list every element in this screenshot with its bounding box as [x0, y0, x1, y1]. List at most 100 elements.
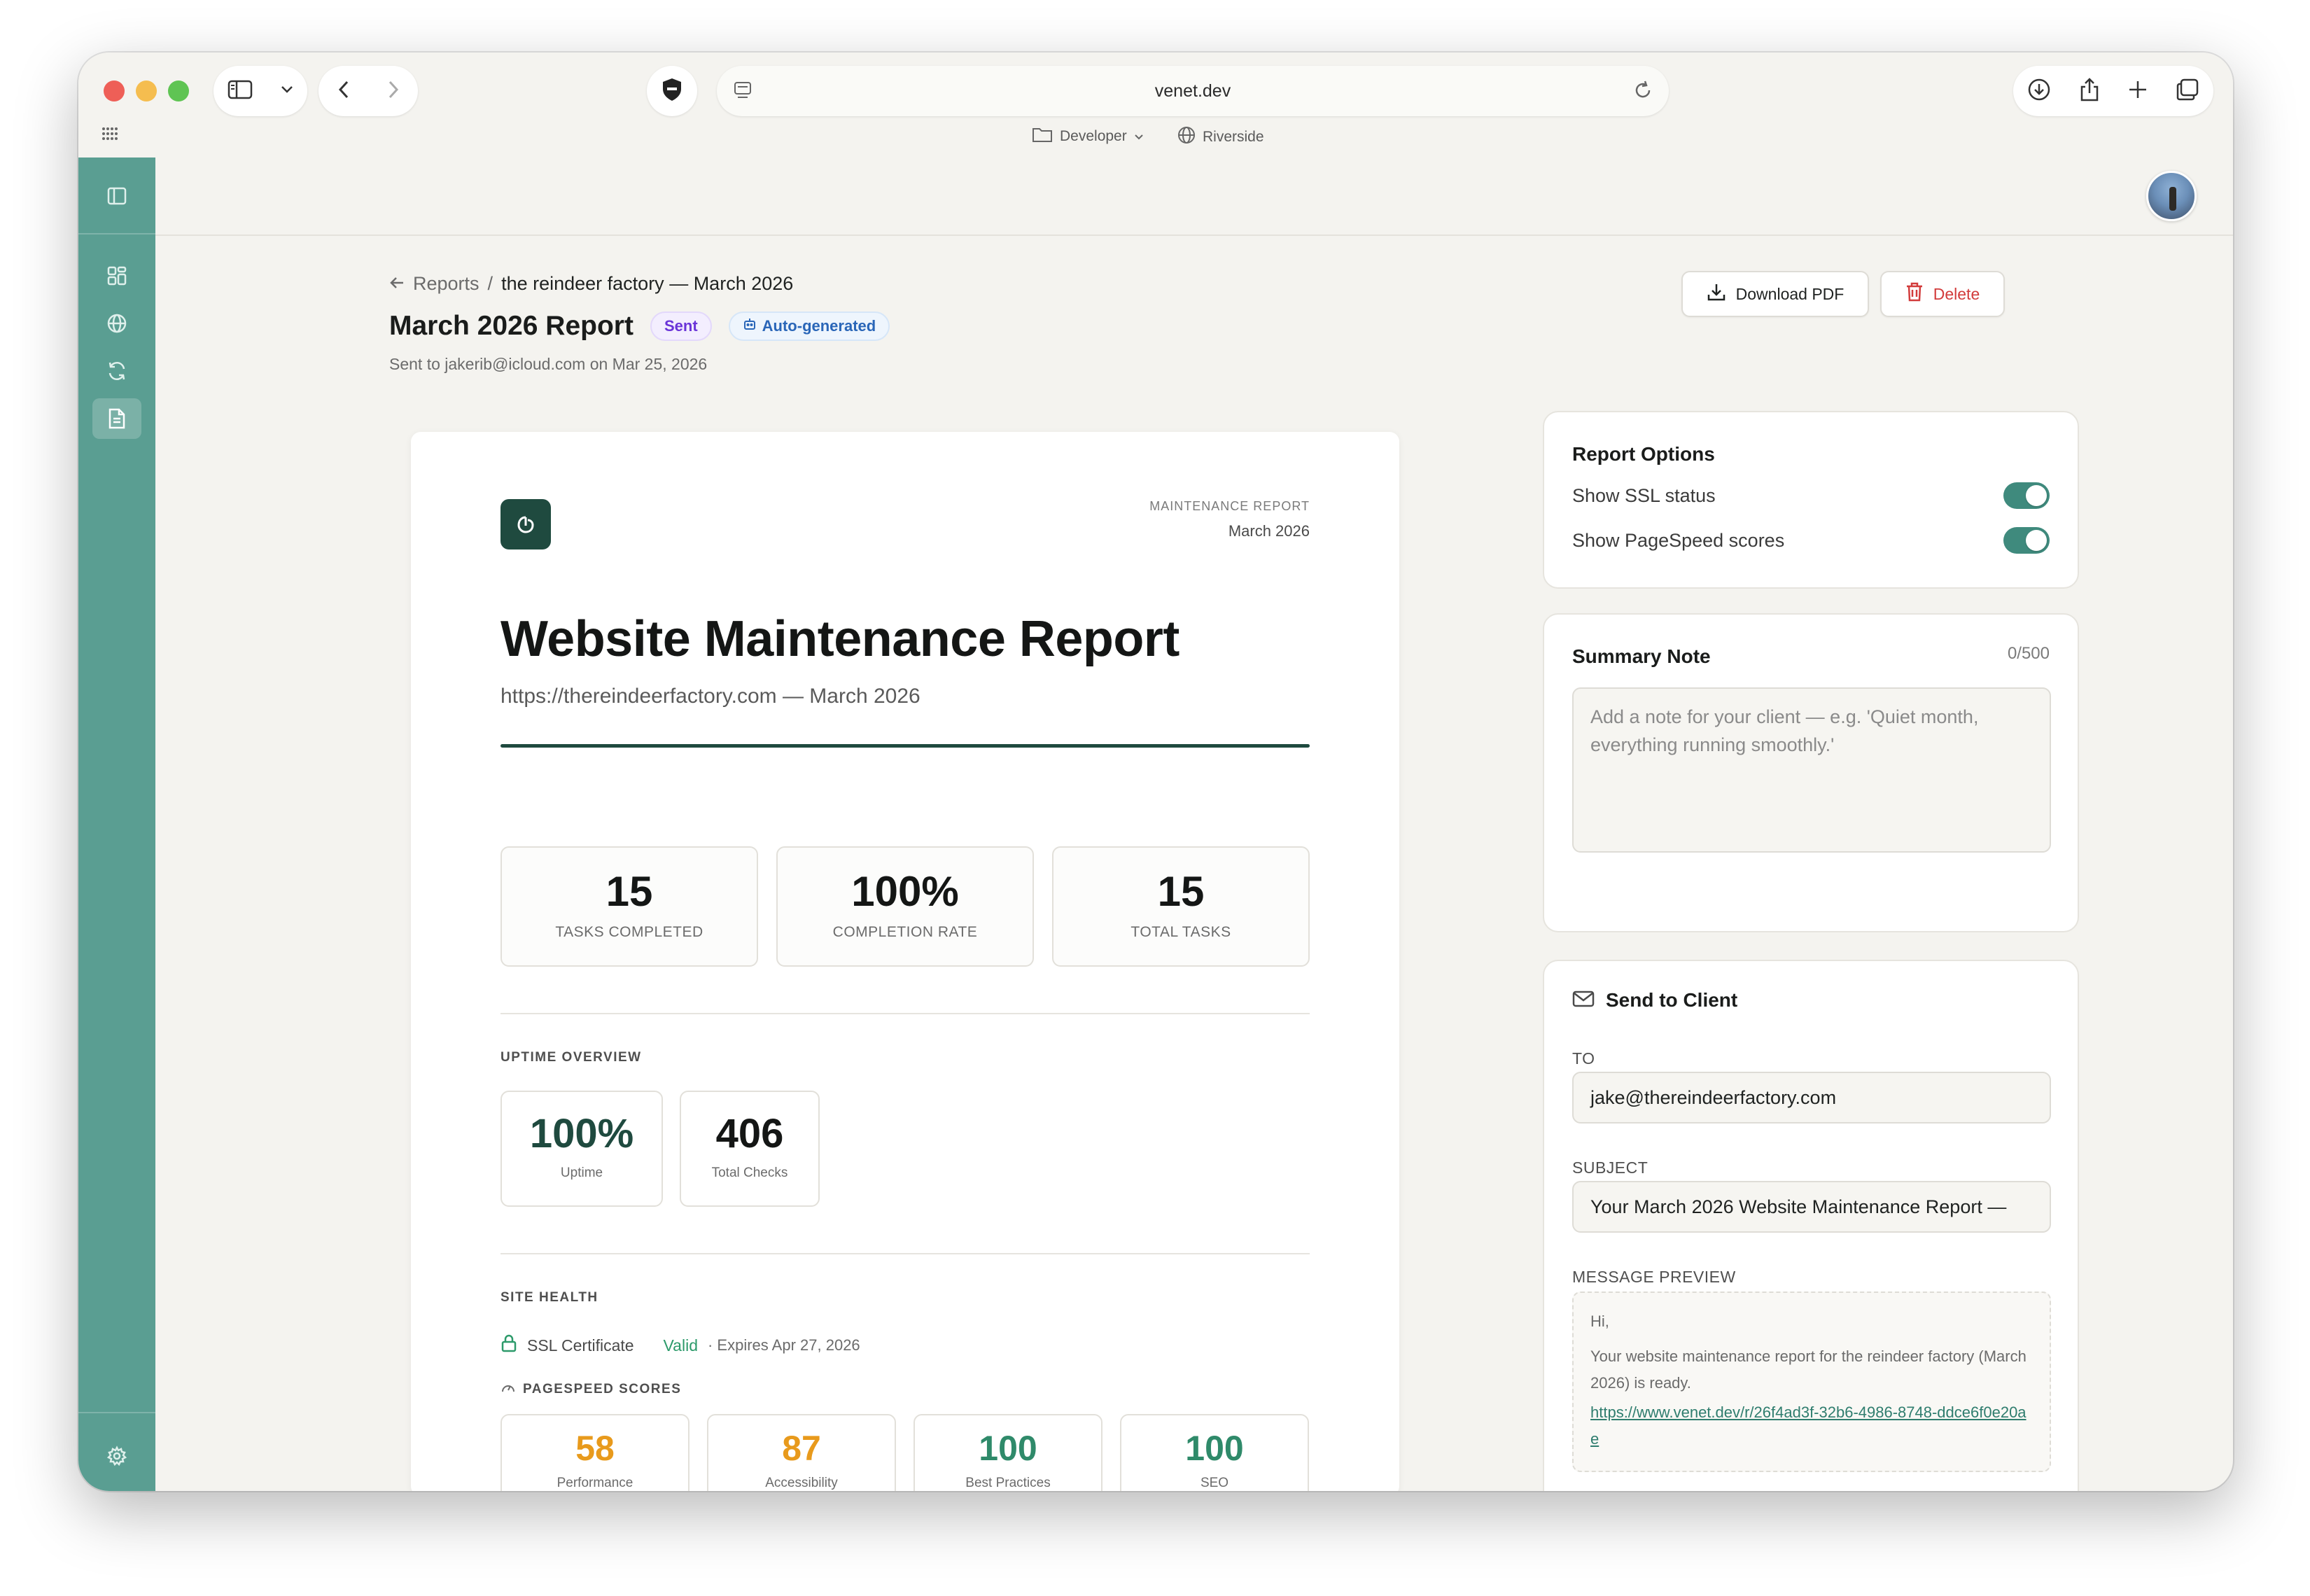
section-divider — [500, 1253, 1310, 1254]
report-options-panel: Report Options Show SSL status Show Page… — [1543, 411, 2079, 589]
section-divider — [500, 1013, 1310, 1014]
status-badge: Sent — [650, 312, 712, 341]
ssl-status: Valid — [663, 1336, 698, 1354]
stat-value: 15 — [606, 868, 653, 915]
browser-toolbar: venet.dev Developer Riverside — [78, 52, 2233, 158]
close-window-button[interactable] — [104, 80, 125, 102]
sidebar-item-dashboard[interactable] — [92, 255, 141, 296]
downloads-icon[interactable] — [2026, 77, 2052, 106]
globe-icon — [1177, 126, 1196, 148]
forward-icon[interactable] — [386, 79, 400, 104]
back-icon[interactable] — [337, 79, 351, 104]
subject-label: SUBJECT — [1572, 1158, 1648, 1177]
breadcrumb-reports-link[interactable]: Reports — [413, 273, 479, 295]
report-link[interactable]: https://www.venet.dev/r/26f4ad3f-32b6-49… — [1590, 1399, 2033, 1452]
sidebar-toggle-group — [214, 66, 307, 116]
character-counter: 0/500 — [2007, 644, 2050, 663]
download-pdf-button[interactable]: Download PDF — [1681, 271, 1869, 317]
auto-generated-label: Auto-generated — [762, 317, 876, 335]
globe-icon — [107, 314, 127, 333]
subject-field[interactable]: Your March 2026 Website Maintenance Repo… — [1572, 1181, 2051, 1233]
share-icon[interactable] — [2078, 76, 2101, 106]
url-text: venet.dev — [1154, 81, 1231, 101]
lock-icon — [500, 1334, 517, 1357]
report-type-label: MAINTENANCE REPORT — [1149, 499, 1310, 513]
collapse-sidebar-icon[interactable] — [92, 176, 141, 216]
stat-tasks-completed: 15 TASKS COMPLETED — [500, 846, 758, 967]
minimize-window-button[interactable] — [136, 80, 157, 102]
chevron-down-icon — [1134, 128, 1144, 145]
address-bar[interactable]: venet.dev — [717, 66, 1669, 116]
breadcrumb: Reports / the reindeer factory — March 2… — [389, 273, 793, 295]
preview-greeting: Hi, — [1590, 1312, 1609, 1330]
uptime-value: 100% — [529, 1111, 634, 1156]
arrow-left-icon[interactable] — [389, 273, 405, 295]
favorites-bar: Developer Riverside — [78, 126, 2233, 154]
refresh-icon — [108, 362, 125, 380]
message-preview-label: MESSAGE PREVIEW — [1572, 1268, 1736, 1286]
sidebar-item-reports[interactable] — [92, 398, 141, 439]
report-title: Website Maintenance Report — [500, 611, 1180, 667]
stat-caption: TOTAL TASKS — [1130, 924, 1231, 940]
sidebar-toggle-icon[interactable] — [227, 79, 253, 104]
tab-overview-icon[interactable] — [2175, 77, 2200, 106]
site-health-section-label: SITE HEALTH — [500, 1290, 598, 1305]
favorite-riverside[interactable]: Riverside — [1177, 126, 1264, 148]
zoom-window-button[interactable] — [168, 80, 189, 102]
preview-body: Your website maintenance report for the … — [1590, 1348, 2026, 1392]
stat-completion-rate: 100% COMPLETION RATE — [776, 846, 1034, 967]
app-header-divider — [155, 234, 2233, 236]
stat-value: 100% — [851, 868, 959, 915]
folder-icon — [1032, 126, 1053, 147]
uptime-card: 100% Uptime — [500, 1091, 663, 1207]
score-caption: SEO — [1200, 1476, 1229, 1490]
history-nav-group — [318, 66, 418, 116]
summary-note-panel: Summary Note 0/500 Add a note for your c… — [1543, 613, 2079, 932]
privacy-shield-button[interactable] — [647, 66, 697, 116]
pagespeed-label: PAGESPEED SCORES — [523, 1382, 682, 1396]
favorite-label: Riverside — [1203, 129, 1264, 145]
document-icon — [108, 408, 125, 429]
avatar[interactable] — [2146, 171, 2197, 221]
summary-note-input[interactable]: Add a note for your client — e.g. 'Quiet… — [1572, 687, 2051, 853]
favorite-developer[interactable]: Developer — [1032, 126, 1144, 147]
brand-logo — [500, 499, 551, 550]
message-preview: Hi, Your website maintenance report for … — [1572, 1292, 2051, 1472]
shield-icon — [661, 77, 683, 106]
browser-actions-group — [2013, 66, 2213, 116]
score-caption: Performance — [556, 1476, 634, 1490]
ssl-label: SSL Certificate — [527, 1336, 634, 1354]
to-field[interactable]: jake@thereindeerfactory.com — [1572, 1072, 2051, 1124]
option-label: Show PageSpeed scores — [1572, 529, 1785, 551]
ssl-certificate-row: SSL Certificate Valid · Expires Apr 27, … — [500, 1334, 860, 1357]
option-show-pagespeed: Show PageSpeed scores — [1572, 527, 2050, 554]
report-options-title: Report Options — [1572, 443, 1715, 465]
score-value: 58 — [575, 1429, 615, 1468]
download-icon — [1707, 282, 1726, 306]
breadcrumb-separator: / — [487, 273, 493, 294]
stat-total-tasks: 15 TOTAL TASKS — [1052, 846, 1310, 967]
sidebar-item-settings[interactable] — [92, 1436, 141, 1476]
reload-icon[interactable] — [1632, 80, 1653, 104]
score-value: 87 — [782, 1429, 821, 1468]
sidebar-item-sites[interactable] — [92, 303, 141, 344]
delete-button[interactable]: Delete — [1880, 271, 2005, 317]
app-sidebar — [78, 158, 155, 1491]
pagespeed-toggle[interactable] — [2003, 527, 2050, 554]
report-preview: MAINTENANCE REPORT March 2026 Website Ma… — [411, 432, 1399, 1491]
report-label-block: MAINTENANCE REPORT March 2026 — [1149, 499, 1310, 540]
summary-note-title: Summary Note — [1572, 645, 1711, 667]
ssl-expiry: · Expires Apr 27, 2026 — [707, 1336, 860, 1354]
chevron-down-icon[interactable] — [280, 85, 294, 98]
pagespeed-best-practices: 100 Best Practices — [913, 1414, 1102, 1491]
total-checks-caption: Total Checks — [711, 1166, 788, 1180]
option-show-ssl: Show SSL status — [1572, 482, 2050, 509]
total-checks-value: 406 — [715, 1111, 784, 1156]
ssl-toggle[interactable] — [2003, 482, 2050, 509]
sidebar-item-updates[interactable] — [92, 351, 141, 391]
send-to-client-title: Send to Client — [1606, 989, 1738, 1011]
auto-generated-badge: Auto-generated — [728, 312, 890, 341]
gauge-icon — [500, 1380, 516, 1399]
page-title-row: March 2026 Report Sent Auto-generated — [389, 311, 890, 342]
new-tab-icon[interactable] — [2127, 79, 2148, 104]
